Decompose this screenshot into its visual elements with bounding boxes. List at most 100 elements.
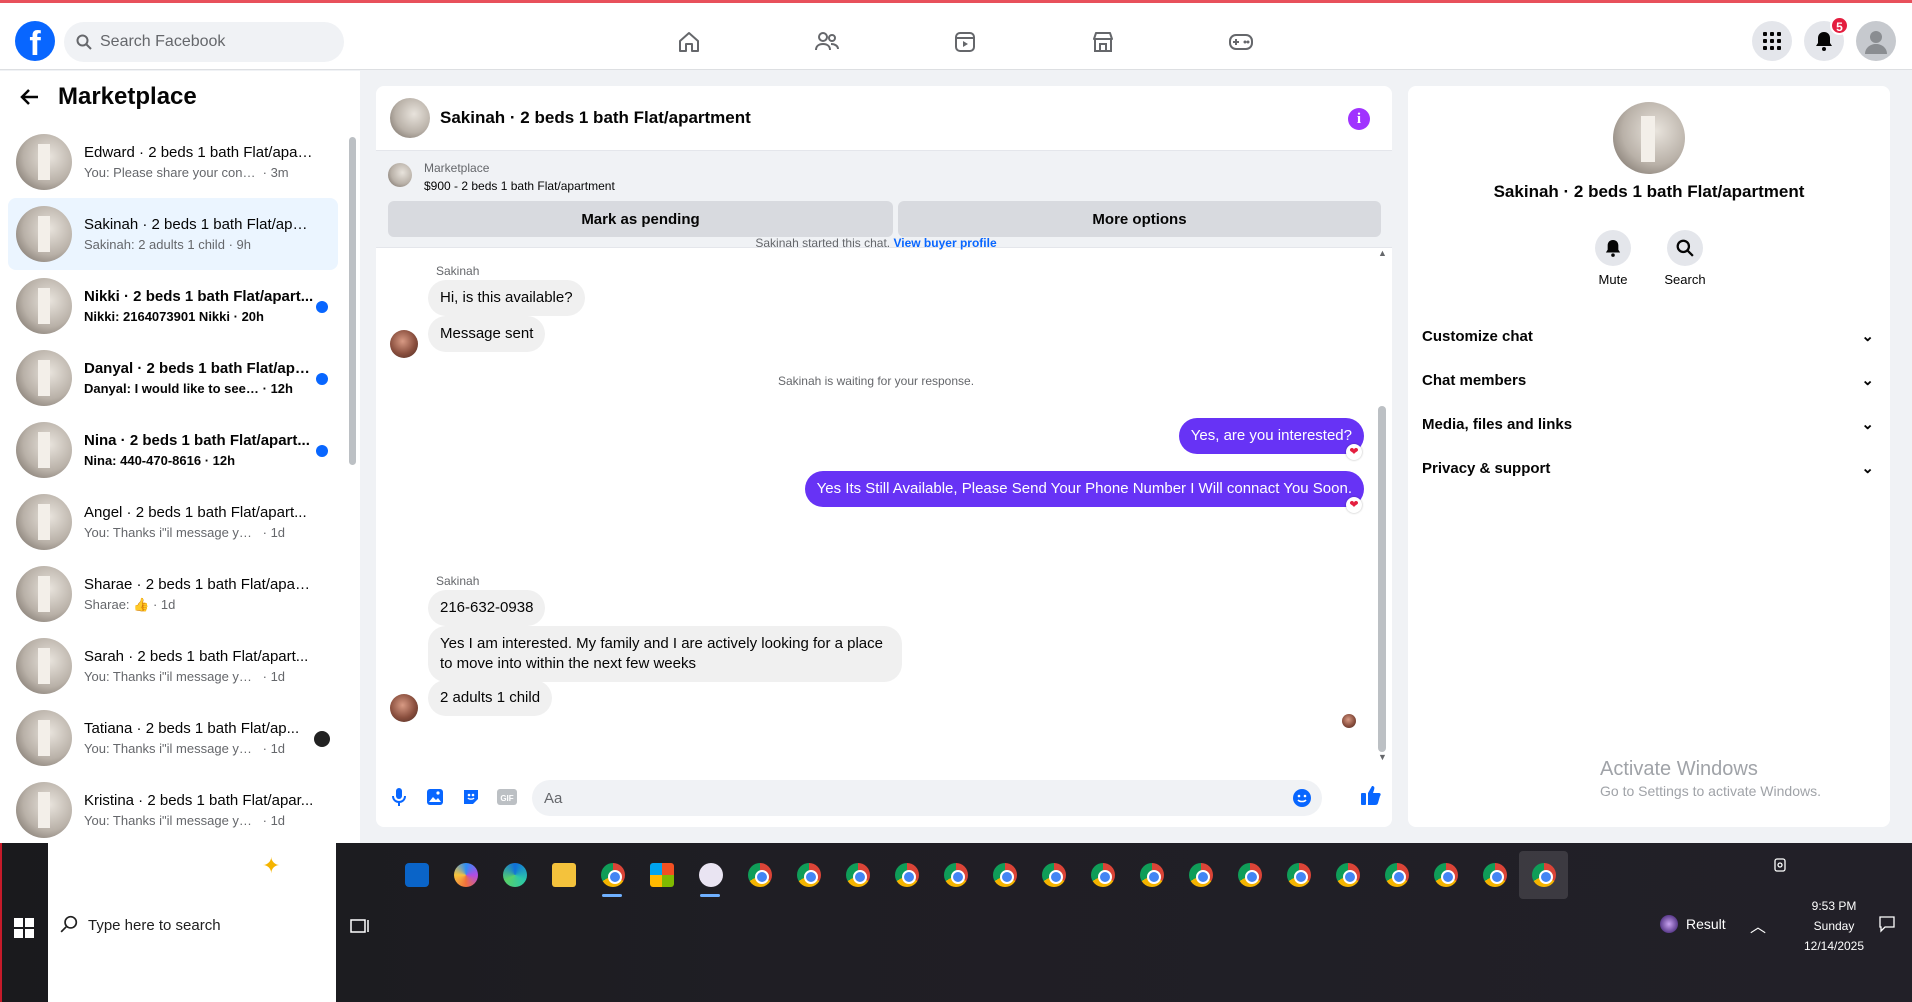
chrome-icon[interactable]: [784, 851, 833, 899]
copilot-icon[interactable]: [441, 851, 490, 899]
chrome-icon[interactable]: [1029, 851, 1078, 899]
conversation-item[interactable]: Nikki · 2 beds 1 bath Flat/apart... Nikk…: [8, 270, 338, 342]
heart-reaction-icon[interactable]: ❤: [1346, 444, 1362, 460]
mark-as-pending-button[interactable]: Mark as pending: [388, 201, 893, 237]
activate-windows-watermark: Activate Windows Go to Settings to activ…: [1600, 758, 1821, 799]
incoming-message[interactable]: 216-632-0938: [428, 590, 546, 626]
chrome-icon[interactable]: [1078, 851, 1127, 899]
conversation-time: · 12h: [262, 381, 293, 396]
gif-icon[interactable]: GIF: [496, 786, 518, 808]
chrome-icon[interactable]: [833, 851, 882, 899]
gaming-icon[interactable]: [1172, 22, 1310, 62]
waiting-note: Sakinah is waiting for your response.: [777, 374, 975, 388]
heart-reaction-icon[interactable]: ❤: [1346, 497, 1362, 513]
view-buyer-profile-link[interactable]: View buyer profile: [893, 236, 996, 250]
app-icon[interactable]: [686, 851, 735, 899]
conversation-item[interactable]: Nina · 2 beds 1 bath Flat/apart... Nina:…: [8, 414, 338, 486]
incoming-message[interactable]: 2 adults 1 child: [428, 680, 553, 716]
chrome-icon[interactable]: [735, 851, 784, 899]
scroll-up-arrow-icon[interactable]: ▲: [1378, 248, 1387, 258]
conversation-item[interactable]: Edward · 2 beds 1 bath Flat/apar... You:…: [8, 126, 338, 198]
camera-tray-icon[interactable]: [1772, 857, 1788, 873]
chrome-icon[interactable]: [1323, 851, 1372, 899]
conversation-item[interactable]: Sarah · 2 beds 1 bath Flat/apart... You:…: [8, 630, 338, 702]
conversation-item[interactable]: Angel · 2 beds 1 bath Flat/apart... You:…: [8, 486, 338, 558]
task-view-icon[interactable]: [350, 917, 370, 935]
listing-title[interactable]: $900 - 2 beds 1 bath Flat/apartment: [424, 179, 615, 193]
media-files-links-item[interactable]: Media, files and links ⌄: [1414, 402, 1884, 446]
more-options-button[interactable]: More options: [898, 201, 1381, 237]
details-listing-thumbnail[interactable]: [1613, 102, 1685, 174]
privacy-support-item[interactable]: Privacy & support ⌄: [1414, 446, 1884, 490]
chat-scroll-thumb[interactable]: [1378, 406, 1386, 752]
chrome-icon[interactable]: [1470, 851, 1519, 899]
incoming-message[interactable]: Message sent: [428, 316, 546, 352]
sticker-icon[interactable]: [460, 786, 482, 808]
search-input[interactable]: [100, 33, 320, 51]
scroll-down-arrow-icon[interactable]: ▼: [1378, 752, 1387, 762]
back-arrow-icon[interactable]: [20, 87, 40, 107]
conversation-item[interactable]: Danyal · 2 beds 1 bath Flat/apa... Danya…: [8, 342, 338, 414]
account-avatar[interactable]: [1856, 21, 1896, 61]
system-clock[interactable]: 9:53 PM Sunday 12/14/2025: [1796, 896, 1872, 956]
chat-members-item[interactable]: Chat members ⌄: [1414, 358, 1884, 402]
thumbs-up-icon[interactable]: [1360, 784, 1382, 806]
conversation-item[interactable]: Kristina · 2 beds 1 bath Flat/apar... Yo…: [8, 774, 338, 846]
chrome-icon[interactable]: [980, 851, 1029, 899]
store-icon[interactable]: [637, 851, 686, 899]
facebook-search[interactable]: [64, 22, 344, 62]
taskbar-search-text[interactable]: Type here to search: [88, 917, 221, 934]
notification-center-icon[interactable]: [1878, 915, 1896, 933]
chrome-icon[interactable]: [1225, 851, 1274, 899]
friends-icon[interactable]: [758, 22, 896, 62]
sidebar-scroll-thumb[interactable]: [349, 137, 356, 465]
sidebar-scrollbar[interactable]: [348, 123, 356, 837]
outgoing-message[interactable]: Yes, are you interested?: [1178, 418, 1364, 454]
mute-button[interactable]: Mute: [1583, 230, 1643, 287]
photo-icon[interactable]: [424, 786, 446, 808]
conversation-item-active[interactable]: Sakinah · 2 beds 1 bath Flat/apar... Sak…: [8, 198, 338, 270]
chat-listing-thumbnail[interactable]: [390, 98, 430, 138]
message-input-field[interactable]: [532, 780, 1322, 816]
microphone-icon[interactable]: [388, 786, 410, 808]
chrome-icon[interactable]: [882, 851, 931, 899]
chrome-icon[interactable]: [931, 851, 980, 899]
tray-result-app[interactable]: Result: [1660, 915, 1726, 933]
chrome-icon[interactable]: [1274, 851, 1323, 899]
chevron-up-icon[interactable]: ︿: [1750, 913, 1766, 937]
conversation-item[interactable]: Sharae · 2 beds 1 bath Flat/apart... Sha…: [8, 558, 338, 630]
conversation-snippet: You: Thanks i"il message you in ...: [84, 741, 259, 756]
windows-start-icon[interactable]: [14, 918, 34, 938]
chat-title[interactable]: Sakinah · 2 beds 1 bath Flat/apartment: [440, 108, 751, 128]
menu-grid-button[interactable]: [1752, 21, 1792, 61]
sender-avatar[interactable]: [390, 694, 418, 722]
chrome-icon-active[interactable]: [1519, 851, 1568, 899]
file-explorer-icon[interactable]: [539, 851, 588, 899]
customize-chat-item[interactable]: Customize chat ⌄: [1414, 314, 1884, 358]
conversation-item[interactable]: Tatiana · 2 beds 1 bath Flat/ap... You: …: [8, 702, 338, 774]
taskbar-search[interactable]: ✦ Type here to search: [48, 843, 336, 1002]
incoming-message[interactable]: Yes I am interested. My family and I are…: [428, 626, 902, 682]
message-input[interactable]: [544, 789, 1244, 807]
chat-scrollbar[interactable]: ▲ ▼: [1378, 248, 1387, 762]
result-app-icon: [1660, 915, 1678, 933]
info-icon[interactable]: i: [1348, 108, 1370, 130]
notifications-button[interactable]: 5: [1804, 16, 1849, 61]
chrome-icon[interactable]: [1421, 851, 1470, 899]
video-icon[interactable]: [896, 22, 1034, 62]
chrome-icon[interactable]: [1127, 851, 1176, 899]
incoming-message[interactable]: Hi, is this available?: [428, 280, 585, 316]
search-in-chat-button[interactable]: Search: [1655, 230, 1715, 287]
edge-icon[interactable]: [490, 851, 539, 899]
chrome-icon[interactable]: [1176, 851, 1225, 899]
emoji-icon[interactable]: [1292, 788, 1312, 808]
chrome-icon[interactable]: [1372, 851, 1421, 899]
conversation-snippet: Danyal: I would like to see it fir...: [84, 381, 259, 396]
sender-avatar[interactable]: [390, 330, 418, 358]
home-icon[interactable]: [620, 22, 758, 62]
marketplace-icon[interactable]: [1034, 22, 1172, 62]
facebook-logo[interactable]: f: [15, 21, 55, 61]
chrome-icon[interactable]: [588, 851, 637, 899]
outlook-icon[interactable]: [392, 851, 441, 899]
outgoing-message[interactable]: Yes Its Still Available, Please Send You…: [804, 471, 1364, 507]
